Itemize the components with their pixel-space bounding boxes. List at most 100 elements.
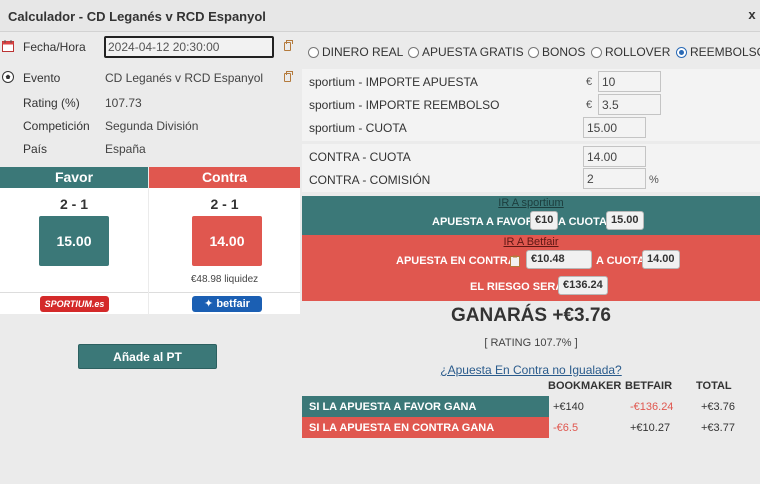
contra-odds-text: A CUOTA: [596, 255, 645, 267]
cell-bookmaker: +€140: [553, 401, 584, 413]
stake-row: sportium - IMPORTE APUESTA € 10: [302, 70, 760, 93]
row-label: SI LA APUESTA EN CONTRA GANA: [302, 417, 549, 438]
commission-label: CONTRA - COMISIÓN: [309, 173, 431, 187]
favor-logo-cell: SPORTIUM.es: [0, 292, 148, 314]
percent-suffix: %: [649, 174, 659, 186]
info-row-pais: País España: [0, 138, 300, 160]
refund-label: sportium - IMPORTE REEMBOLSO: [309, 98, 500, 112]
radio-label: DINERO REAL: [322, 45, 404, 59]
betfair-logo[interactable]: ✦ betfair: [192, 296, 262, 312]
favor-score: 2 - 1: [59, 196, 88, 212]
contra-logo-cell: ✦ betfair: [149, 292, 300, 314]
radio-circle[interactable]: [591, 47, 602, 58]
table-header-bookmaker: BOOKMAKER: [548, 380, 622, 392]
commission-row: CONTRA - COMISIÓN 2 %: [302, 168, 760, 191]
radio-label: REEMBOLSO: [690, 45, 760, 59]
sportium-logo[interactable]: SPORTIUM.es: [40, 296, 109, 312]
external-link-icon[interactable]: [284, 40, 293, 51]
window-title: Calculador - CD Leganés v RCD Espanyol: [8, 9, 266, 24]
currency-prefix: €: [586, 99, 593, 111]
info-row-competicion: Competición Segunda División: [0, 115, 300, 137]
bookmaker-odds-label: sportium - CUOTA: [309, 121, 407, 135]
cell-betfair: -€136.24: [630, 401, 674, 413]
stake-input[interactable]: 10: [598, 71, 661, 92]
calendar-icon: [2, 40, 14, 52]
evento-value: CD Leganés v RCD Espanyol: [105, 71, 264, 85]
fecha-input[interactable]: 2024-04-12 20:30:00: [104, 36, 274, 58]
rating-result: [ RATING 107.7% ]: [484, 337, 578, 349]
cell-total: +€3.77: [701, 422, 735, 434]
add-to-pt-button[interactable]: Añade al PT: [78, 344, 217, 369]
contra-score: 2 - 1: [210, 196, 239, 212]
title-bar: Calculador - CD Leganés v RCD Espanyol x: [0, 0, 760, 32]
risk-chip: €136.24: [558, 276, 608, 295]
risk-text: EL RIESGO SERÁ: [470, 281, 564, 293]
radio-circle-selected[interactable]: [676, 47, 687, 58]
unmatched-bet-link[interactable]: ¿Apuesta En Contra no Igualada?: [302, 363, 760, 377]
favor-header: Favor: [0, 167, 148, 188]
contra-card: 2 - 1 14.00 €48.98 liquidez: [149, 188, 300, 292]
profit-label: GANARÁS: [451, 305, 548, 326]
cell-total: +€3.76: [701, 401, 735, 413]
info-row-rating: Rating (%) 107.73: [0, 92, 300, 114]
favor-stake-chip[interactable]: €10: [530, 211, 559, 230]
fecha-label: Fecha/Hora: [23, 40, 86, 54]
evento-label: Evento: [23, 71, 61, 85]
contra-odds-button[interactable]: 14.00: [192, 216, 262, 266]
row-label: SI LA APUESTA A FAVOR GANA: [302, 396, 549, 417]
pais-value: España: [105, 142, 146, 156]
commission-input[interactable]: 2: [583, 168, 646, 189]
favor-card: 2 - 1 15.00: [0, 188, 148, 292]
betfair-logo-text: betfair: [216, 298, 250, 310]
radio-label: BONOS: [542, 45, 586, 59]
rating-value: 107.73: [105, 96, 142, 110]
favor-stake-text: APUESTA A FAVOR: [432, 216, 534, 228]
favor-odds-chip[interactable]: 15.00: [606, 211, 644, 230]
radio-circle[interactable]: [308, 47, 319, 58]
cell-bookmaker: -€6.5: [553, 422, 579, 434]
cell-betfair: +€10.27: [630, 422, 671, 434]
table-row: SI LA APUESTA A FAVOR GANA +€140 -€136.2…: [302, 396, 760, 417]
exchange-odds-input[interactable]: 14.00: [583, 146, 646, 167]
info-row-fecha: Fecha/Hora 2024-04-12 20:30:00: [0, 36, 300, 58]
radio-circle[interactable]: [528, 47, 539, 58]
info-row-evento: Evento CD Leganés v RCD Espanyol: [0, 67, 300, 89]
bookmaker-fields: sportium - IMPORTE APUESTA € 10 sportium…: [302, 69, 760, 141]
contra-odds-chip[interactable]: 14.00: [642, 250, 680, 269]
contra-stake-chip[interactable]: €10.48: [526, 250, 592, 269]
liquidity-text: €48.98 liquidez: [190, 274, 259, 285]
go-to-betfair-link[interactable]: IR A Betfair: [302, 236, 760, 248]
stake-label: sportium - IMPORTE APUESTA: [309, 75, 478, 89]
rating-label: Rating (%): [23, 96, 80, 110]
profit-result: GANARÁS +€3.76: [302, 305, 760, 327]
external-link-icon[interactable]: [284, 71, 293, 82]
betfair-arrow-icon: ✦: [204, 298, 214, 310]
soccer-ball-icon: [2, 71, 14, 83]
go-to-sportium-link[interactable]: IR A sportium: [302, 197, 760, 209]
exchange-odds-row: CONTRA - CUOTA 14.00: [302, 145, 760, 168]
radio-label: ROLLOVER: [605, 45, 671, 59]
exchange-odds-label: CONTRA - CUOTA: [309, 150, 411, 164]
table-header-total: TOTAL: [696, 380, 732, 392]
table-header-betfair: BETFAIR: [625, 380, 673, 392]
favor-odds-button[interactable]: 15.00: [39, 216, 109, 266]
pais-label: País: [23, 142, 48, 156]
bookmaker-odds-row: sportium - CUOTA 15.00: [302, 116, 760, 139]
contra-instruction-band: IR A Betfair APUESTA EN CONTRA €10.48 A …: [302, 235, 760, 301]
radio-circle[interactable]: [408, 47, 419, 58]
close-icon[interactable]: x: [746, 7, 758, 23]
competicion-value: Segunda División: [105, 119, 199, 133]
mode-radio-group: DINERO REAL APUESTA GRATIS BONOS ROLLOVE…: [302, 33, 760, 67]
bookmaker-odds-input[interactable]: 15.00: [583, 117, 646, 138]
refund-input[interactable]: 3.5: [598, 94, 661, 115]
calculator-panel: DINERO REAL APUESTA GRATIS BONOS ROLLOVE…: [302, 33, 760, 484]
match-info-panel: Fecha/Hora 2024-04-12 20:30:00 Evento CD…: [0, 33, 300, 484]
competicion-label: Competición: [23, 119, 90, 133]
radio-label: APUESTA GRATIS: [422, 45, 524, 59]
clipboard-icon[interactable]: [510, 255, 520, 267]
contra-stake-text: APUESTA EN CONTRA: [396, 255, 516, 267]
favor-odds-text: A CUOTA: [558, 216, 607, 228]
refund-row: sportium - IMPORTE REEMBOLSO € 3.5: [302, 93, 760, 116]
currency-prefix: €: [586, 76, 593, 88]
exchange-fields: CONTRA - CUOTA 14.00 CONTRA - COMISIÓN 2…: [302, 144, 760, 192]
